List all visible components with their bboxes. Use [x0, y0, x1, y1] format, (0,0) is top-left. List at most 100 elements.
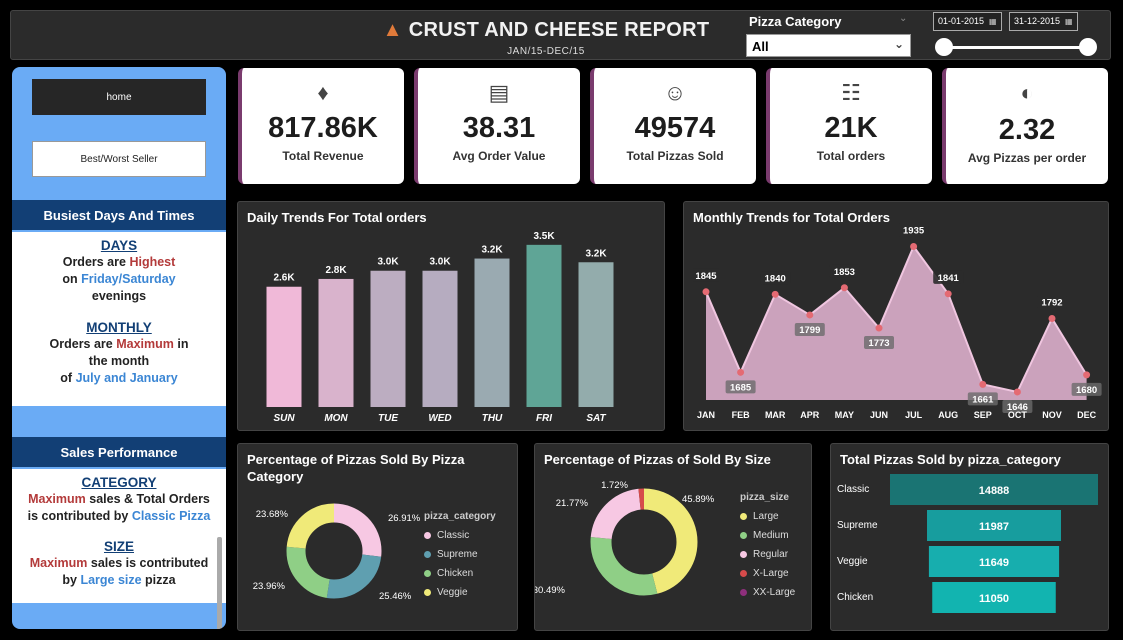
legend-title: pizza_category [424, 511, 496, 522]
legend-item[interactable]: X-Large [740, 564, 795, 583]
busiest-days-heading: Busiest Days And Times [12, 200, 226, 230]
size-line-2: by Large size pizza [62, 573, 176, 587]
report-title-text: CRUST AND CHEESE REPORT [408, 19, 710, 41]
title-block: ▲ CRUST AND CHEESE REPORT JAN/15-DEC/15 [381, 19, 711, 57]
daily-tick-label: SAT [586, 413, 606, 424]
sales-performance-heading: Sales Performance [12, 437, 226, 467]
end-date-input[interactable]: 31-12-2015 ▦ [1009, 12, 1078, 31]
monthly-point [1013, 388, 1021, 396]
monthly-tick-label: JUL [905, 410, 923, 420]
monthly-point [737, 368, 745, 376]
monthly-tick-label: SEP [974, 410, 992, 420]
daily-bar [318, 278, 354, 407]
daily-bar-label: 3.2K [481, 245, 503, 256]
daily-bar [422, 270, 458, 407]
busiest-days-panel: DAYS Orders are Highest on Friday/Saturd… [12, 232, 226, 406]
daily-bar [578, 262, 614, 407]
kpi-label: Total Revenue [282, 149, 364, 163]
monthly-tick-label: DEC [1077, 410, 1097, 420]
monthly-point [944, 290, 952, 298]
size-donut-chart: Percentage of Pizzas of Sold By Size 45.… [534, 443, 812, 631]
kpi-value: 38.31 [462, 112, 536, 144]
kpi-value: 49574 [634, 112, 716, 144]
best-worst-seller-button[interactable]: Best/Worst Seller [32, 141, 206, 177]
pizza-category-dropdown[interactable]: All ⌄ [746, 34, 911, 57]
monthly-trends-chart: Monthly Trends for Total Orders 1845 JAN 1… [683, 201, 1109, 431]
donut-value-label: 45.89% [682, 494, 715, 505]
date-range-slider[interactable] [943, 46, 1091, 49]
monthly-data-label: 1799 [799, 325, 820, 336]
chevron-down-icon: ⌄ [893, 37, 904, 51]
monthly-tick-label: APR [800, 410, 820, 420]
monthly-tick-label: MAY [835, 410, 854, 420]
monthly-data-label: 1680 [1076, 385, 1097, 396]
donut-value-label: 1.72% [601, 480, 628, 491]
monthly-data-label: 1853 [834, 267, 855, 278]
monthly-point [771, 290, 779, 298]
size-legend: pizza_size Large Medium Regular X-Large … [740, 488, 795, 602]
donut-value-label: 23.68% [256, 509, 289, 520]
kpi-avg-order-value: ▤ 38.31 Avg Order Value [414, 68, 580, 184]
clipboard-icon: ☷ [841, 80, 861, 105]
chevron-down-icon[interactable]: ⌄ [899, 13, 907, 24]
monthly-line-1: Orders are Maximum in [49, 337, 189, 351]
daily-bar-label: 3.2K [585, 248, 607, 259]
pizza-slice-icon: ▲ [382, 19, 403, 41]
sidebar-scrollbar[interactable] [217, 537, 222, 629]
monthly-data-label: 1845 [695, 271, 717, 282]
legend-item[interactable]: Medium [740, 526, 795, 545]
legend-item[interactable]: Supreme [424, 545, 496, 564]
legend-item[interactable]: Classic [424, 526, 496, 545]
kpi-total-revenue: ♦ 817.86K Total Revenue [238, 68, 404, 184]
monthly-data-label: 1935 [903, 226, 925, 237]
pizzas-by-category-svg: 14888 11987 11649 11050 [890, 474, 1098, 613]
hbar-value-label: 11649 [979, 557, 1009, 569]
monthly-point [1083, 371, 1091, 379]
monthly-point [1048, 314, 1056, 322]
start-date-value: 01-01-2015 [938, 16, 985, 26]
legend-title: pizza_size [740, 492, 789, 503]
monthly-trends-svg: 1845 JAN 1685 FEB 1840 MAR 1799 APR 1853 MAY 1773 J… [691, 223, 1102, 420]
monthly-data-label: 1841 [938, 273, 960, 284]
daily-bar [370, 270, 406, 407]
kpi-total-orders: ☷ 21K Total orders [766, 68, 932, 184]
report-subtitle: JAN/15-DEC/15 [507, 46, 585, 57]
category-donut-chart: Percentage of Pizzas Sold By Pizza Categ… [237, 443, 518, 631]
pizza-icon: ◐ [1020, 80, 1034, 105]
days-line-2: on Friday/Saturday [62, 272, 176, 286]
kpi-avg-pizzas-per-order: ◐ 2.32 Avg Pizzas per order [942, 68, 1108, 184]
legend-item[interactable]: Veggie [424, 583, 496, 602]
legend-item[interactable]: Large [740, 507, 795, 526]
days-line-3: evenings [91, 289, 147, 303]
size-subheading: SIZE [103, 539, 134, 554]
monthly-data-label: 1661 [972, 394, 994, 405]
delivery-person-icon: ☺ [663, 80, 687, 105]
report-header: ▲ CRUST AND CHEESE REPORT JAN/15-DEC/15 P… [10, 10, 1111, 60]
kpi-label: Total Pizzas Sold [626, 149, 724, 163]
sales-performance-panel: CATEGORY Maximum sales & Total Orders is… [12, 469, 226, 603]
daily-tick-label: FRI [536, 413, 552, 424]
kpi-value: 21K [824, 112, 878, 144]
legend-item[interactable]: Chicken [424, 564, 496, 583]
pizzas-by-category-chart: Total Pizzas Sold by pizza_category Clas… [830, 443, 1109, 631]
monthly-tick-label: JUN [870, 410, 888, 420]
kpi-label: Avg Order Value [452, 149, 546, 163]
calendar-icon[interactable]: ▦ [989, 17, 997, 26]
daily-trends-chart: Daily Trends For Total orders 2.6K SUN 2.8… [237, 201, 665, 431]
monthly-data-label: 1685 [730, 382, 752, 393]
donut-value-label: 21.77% [556, 498, 589, 509]
donut-value-label: 25.46% [379, 591, 412, 602]
start-date-input[interactable]: 01-01-2015 ▦ [933, 12, 1002, 31]
date-slider-start-handle[interactable] [935, 38, 953, 56]
calendar-icon[interactable]: ▦ [1065, 17, 1073, 26]
monthly-tick-label: AUG [938, 410, 958, 420]
home-button[interactable]: home [32, 79, 206, 115]
daily-trends-svg: 2.6K SUN 2.8K MON 3.0K TUE 3.0K WED 3.2K THU 3.5K F… [266, 231, 614, 424]
legend-item[interactable]: Regular [740, 545, 795, 564]
kpi-total-pizzas-sold: ☺ 49574 Total Pizzas Sold [590, 68, 756, 184]
daily-tick-label: SUN [273, 413, 295, 424]
date-slider-end-handle[interactable] [1079, 38, 1097, 56]
monthly-tick-label: MAR [765, 410, 786, 420]
legend-item[interactable]: XX-Large [740, 583, 795, 602]
daily-bar [474, 258, 510, 407]
